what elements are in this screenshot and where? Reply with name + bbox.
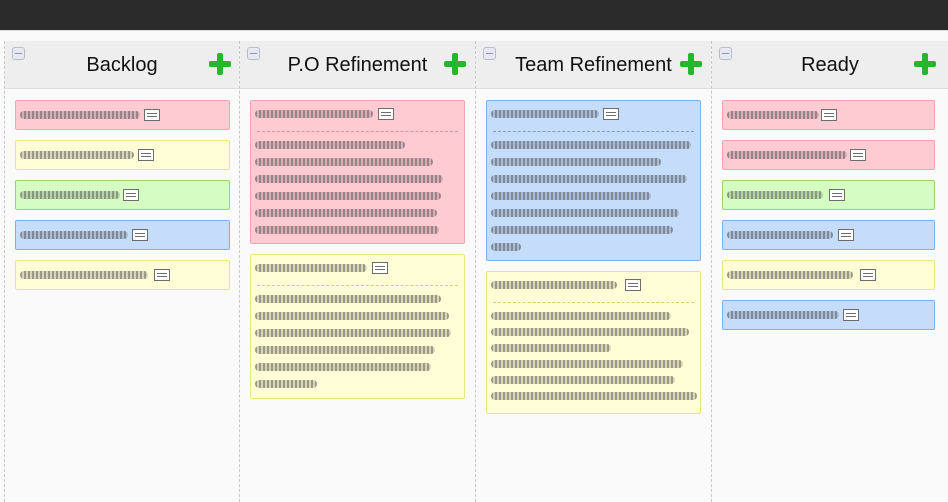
card-description-line <box>255 158 433 166</box>
card-title <box>727 311 839 319</box>
card-title <box>20 271 148 279</box>
card[interactable] <box>722 180 935 210</box>
card-separator <box>257 285 458 286</box>
note-icon[interactable] <box>123 189 139 201</box>
card-title <box>20 151 134 159</box>
card-title <box>491 110 599 118</box>
note-icon[interactable] <box>138 149 154 161</box>
note-icon[interactable] <box>154 269 170 281</box>
note-icon[interactable] <box>372 262 388 274</box>
plus-icon[interactable] <box>680 53 702 75</box>
card-description-line <box>491 175 687 183</box>
card-description-line <box>491 376 675 384</box>
card-title <box>727 151 847 159</box>
card-separator <box>493 302 694 303</box>
note-icon[interactable] <box>144 109 160 121</box>
note-icon[interactable] <box>603 108 619 120</box>
column-header: Team Refinement <box>476 41 711 89</box>
card[interactable] <box>722 260 935 290</box>
card-separator <box>493 131 694 132</box>
card-expanded[interactable] <box>250 254 465 399</box>
card-title <box>20 111 140 119</box>
card[interactable] <box>15 100 230 130</box>
column-team-refinement: Team Refinement <box>475 41 711 502</box>
note-icon[interactable] <box>829 189 845 201</box>
card-title <box>727 191 823 199</box>
card-description-line <box>491 158 661 166</box>
note-icon[interactable] <box>838 229 854 241</box>
note-icon[interactable] <box>843 309 859 321</box>
column-header: Backlog <box>5 41 239 89</box>
note-icon[interactable] <box>378 108 394 120</box>
plus-icon[interactable] <box>209 53 231 75</box>
column-backlog: Backlog <box>4 41 239 502</box>
card-description-line <box>255 295 441 303</box>
card-expanded[interactable] <box>486 271 701 414</box>
card-title <box>255 264 367 272</box>
card[interactable] <box>722 100 935 130</box>
card-description-line <box>255 209 437 217</box>
column-title: Backlog <box>86 54 158 76</box>
card-description-line <box>255 380 317 388</box>
card-description-line <box>255 226 439 234</box>
card-title <box>20 191 120 199</box>
card-description-line <box>255 141 405 149</box>
note-icon[interactable] <box>625 279 641 291</box>
card[interactable] <box>722 300 935 330</box>
card-description-line <box>491 344 611 352</box>
note-icon[interactable] <box>821 109 837 121</box>
card-description-line <box>491 243 521 251</box>
card-description-line <box>491 192 651 200</box>
card[interactable] <box>722 140 935 170</box>
column-header: P.O Refinement <box>240 41 475 89</box>
card-separator <box>257 131 458 132</box>
card-title <box>255 110 373 118</box>
card-description-line <box>255 192 441 200</box>
card-title <box>727 271 853 279</box>
card-description-line <box>255 363 431 371</box>
note-icon[interactable] <box>860 269 876 281</box>
note-icon[interactable] <box>132 229 148 241</box>
card-description-line <box>491 141 691 149</box>
card-expanded[interactable] <box>486 100 701 261</box>
column-title: Team Refinement <box>515 54 672 76</box>
column-title: P.O Refinement <box>287 54 428 76</box>
card-description-line <box>491 392 697 400</box>
card[interactable] <box>722 220 935 250</box>
card-description-line <box>491 328 689 336</box>
card-title <box>727 231 833 239</box>
plus-icon[interactable] <box>444 53 466 75</box>
card-description-line <box>491 360 683 368</box>
kanban-board: Backlog P.O Refinement Team Refinement R… <box>0 30 948 502</box>
plus-icon[interactable] <box>914 53 936 75</box>
card[interactable] <box>15 180 230 210</box>
top-bar <box>0 0 948 30</box>
card-description-line <box>491 312 671 320</box>
card-description-line <box>255 346 435 354</box>
card-description-line <box>491 209 679 217</box>
card-title <box>491 281 617 289</box>
column-title: Ready <box>801 54 859 76</box>
column-ready: Ready <box>711 41 948 502</box>
card[interactable] <box>15 140 230 170</box>
column-header: Ready <box>712 41 948 89</box>
card-title <box>727 111 819 119</box>
column-po-refinement: P.O Refinement <box>239 41 475 502</box>
card-description-line <box>255 175 443 183</box>
card-title <box>20 231 128 239</box>
card-description-line <box>491 226 673 234</box>
note-icon[interactable] <box>850 149 866 161</box>
card[interactable] <box>15 260 230 290</box>
card-description-line <box>255 329 451 337</box>
card-description-line <box>255 312 449 320</box>
card[interactable] <box>15 220 230 250</box>
card-expanded[interactable] <box>250 100 465 244</box>
